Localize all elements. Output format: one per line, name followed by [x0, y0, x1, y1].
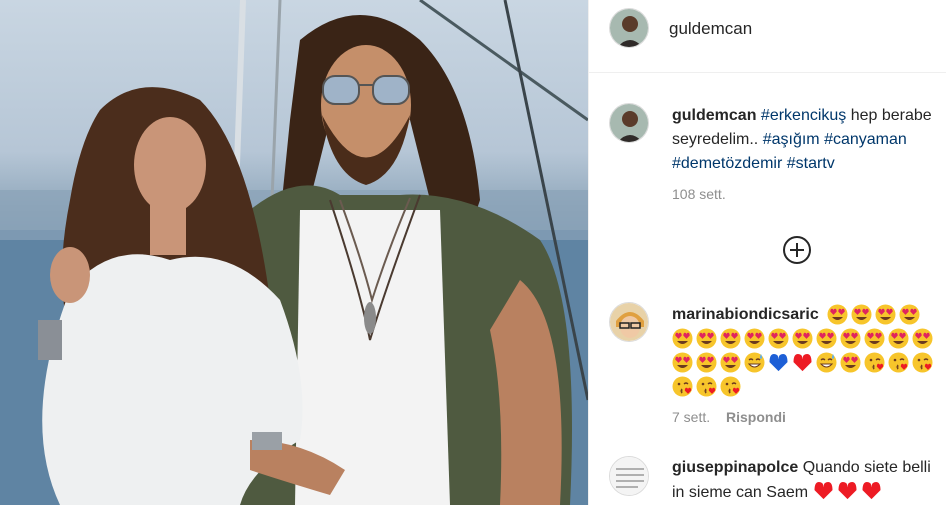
- heart-eyes-emoji: [768, 328, 789, 349]
- heart-eyes-emoji: [720, 328, 741, 349]
- commenter-avatar[interactable]: [609, 302, 649, 342]
- caption-author-avatar[interactable]: [609, 103, 649, 143]
- blue-heart-emoji: [768, 352, 789, 373]
- kiss-heart-emoji: [672, 376, 693, 397]
- emoji-row: [672, 328, 933, 349]
- comment-text: marinabiondicsaric: [672, 303, 819, 327]
- post-photo[interactable]: [0, 0, 588, 505]
- commenter-avatar[interactable]: [609, 456, 649, 496]
- hashtag-demetozdemir[interactable]: #demetözdemir: [672, 155, 782, 172]
- caption-text: guldemcan #erkencikuş hep berabe seyrede…: [672, 104, 946, 176]
- kiss-heart-emoji: [888, 352, 909, 373]
- reply-button[interactable]: Rispondi: [726, 409, 786, 425]
- comment-username[interactable]: marinabiondicsaric: [672, 306, 819, 323]
- photo-illustration: [0, 0, 588, 505]
- heart-eyes-emoji: [672, 328, 693, 349]
- emoji-row: [672, 352, 933, 373]
- heart-eyes-emoji: [744, 328, 765, 349]
- post-header: guldemcan: [589, 0, 946, 73]
- heart-eyes-emoji: [840, 352, 861, 373]
- heart-eyes-emoji: [792, 328, 813, 349]
- heart-eyes-emoji: [840, 328, 861, 349]
- emoji-row: [827, 304, 920, 325]
- heart-eyes-emoji: [888, 328, 909, 349]
- plus-circle-icon[interactable]: [783, 236, 811, 264]
- heart-eyes-emoji: [864, 328, 885, 349]
- hashtag-startv[interactable]: #startv: [787, 155, 835, 172]
- red-heart-emoji: [792, 352, 813, 373]
- hashtag-canyaman[interactable]: #canyaman: [824, 131, 907, 148]
- red-heart-emoji: [861, 480, 882, 501]
- emoji-row: [672, 376, 741, 397]
- kiss-heart-emoji: [864, 352, 885, 373]
- caption-username[interactable]: guldemcan: [672, 107, 756, 124]
- heart-eyes-emoji: [875, 304, 896, 325]
- author-username[interactable]: guldemcan: [669, 19, 752, 39]
- heart-eyes-emoji: [816, 328, 837, 349]
- heart-eyes-emoji: [720, 352, 741, 373]
- kiss-heart-emoji: [720, 376, 741, 397]
- grin-sweat-emoji: [816, 352, 837, 373]
- hashtag-erkencikus[interactable]: #erkencikuş: [761, 107, 846, 124]
- kiss-heart-emoji: [912, 352, 933, 373]
- heart-eyes-emoji: [696, 328, 717, 349]
- comment-emoji-inline: [813, 482, 885, 501]
- comment-timestamp[interactable]: 7 sett.: [672, 409, 710, 425]
- author-avatar[interactable]: [609, 8, 649, 48]
- comment-username[interactable]: giuseppinapolce: [672, 459, 798, 476]
- heart-eyes-emoji: [827, 304, 848, 325]
- caption-timestamp[interactable]: 108 sett.: [672, 186, 726, 202]
- red-heart-emoji: [813, 480, 834, 501]
- heart-eyes-emoji: [912, 328, 933, 349]
- caption-text-part: hep berabe: [846, 107, 932, 124]
- heart-eyes-emoji: [672, 352, 693, 373]
- heart-eyes-emoji: [696, 352, 717, 373]
- hashtag-asigim[interactable]: #aşığım: [763, 131, 820, 148]
- caption-text-part: seyredelim..: [672, 131, 763, 148]
- heart-eyes-emoji: [899, 304, 920, 325]
- comment-text: giuseppinapolce Quando siete belli in si…: [672, 456, 937, 505]
- grin-sweat-emoji: [744, 352, 765, 373]
- heart-eyes-emoji: [851, 304, 872, 325]
- kiss-heart-emoji: [696, 376, 717, 397]
- post-side-panel: guldemcan guldemcan #erkencikuş hep bera…: [588, 0, 946, 505]
- red-heart-emoji: [837, 480, 858, 501]
